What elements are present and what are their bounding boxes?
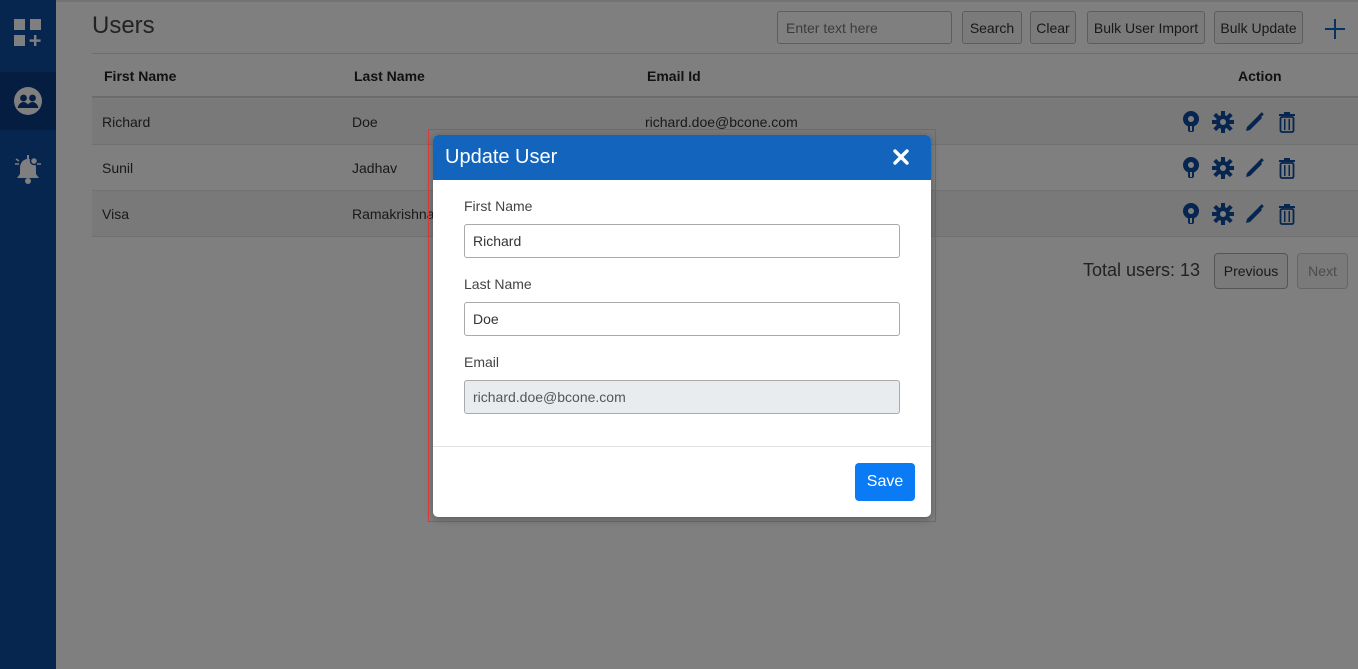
update-user-dialog: Update User First Name Last Name Email S… [433,135,931,517]
modal-title: Update User [445,146,558,168]
save-button[interactable]: Save [855,463,915,501]
modal-header: Update User [433,135,931,180]
email-label: Email [464,354,500,370]
email-field [464,380,900,414]
modal-footer-divider [433,446,931,447]
last-name-field[interactable] [464,302,900,336]
close-icon [893,149,909,165]
close-button[interactable] [890,146,912,168]
first-name-field[interactable] [464,224,900,258]
last-name-label: Last Name [464,276,532,292]
first-name-label: First Name [464,198,533,214]
